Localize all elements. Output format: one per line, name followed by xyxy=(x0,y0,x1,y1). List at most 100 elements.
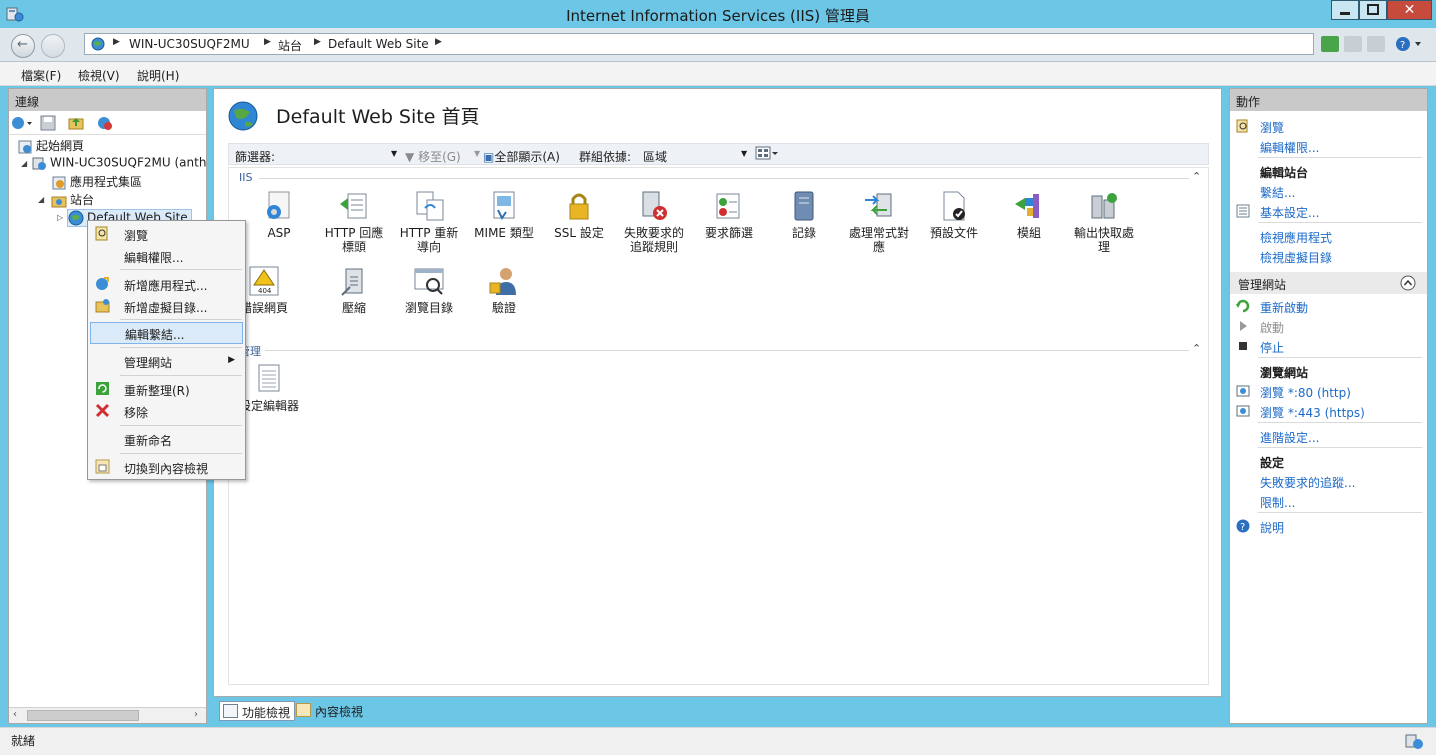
ctx-label: 重新整理(R) xyxy=(124,384,190,398)
tree-label: 應用程式集區 xyxy=(70,175,143,189)
tree-item-app-pools[interactable]: 應用程式集區 xyxy=(51,173,142,191)
feature-asp[interactable]: ASP xyxy=(244,190,314,240)
connect-icon[interactable] xyxy=(11,115,33,131)
ctx-switch-content-view[interactable]: 切換到內容檢視 xyxy=(90,456,243,478)
dropdown-arrow-icon[interactable]: ▼ xyxy=(391,149,397,158)
close-button[interactable]: ✕ xyxy=(1387,0,1432,20)
stop-icon[interactable] xyxy=(1344,36,1362,52)
lock-icon xyxy=(569,193,589,220)
feature-output-caching[interactable]: 輸出快取處理 xyxy=(1069,190,1139,254)
maximize-button[interactable] xyxy=(1359,0,1387,20)
ctx-rename[interactable]: 重新命名 xyxy=(90,428,243,450)
ctx-edit-permissions[interactable]: 編輯權限... xyxy=(90,245,243,267)
action-browse-http[interactable]: 瀏覽 *:80 (http) xyxy=(1260,384,1351,401)
filter-input[interactable] xyxy=(277,145,401,163)
save-icon[interactable] xyxy=(40,115,56,131)
feature-handler-mappings[interactable]: 處理常式對應 xyxy=(844,190,914,254)
action-start[interactable]: 啟動 xyxy=(1260,319,1284,336)
action-basic-settings[interactable]: 基本設定... xyxy=(1260,204,1319,221)
ctx-add-virtual-dir[interactable]: 新增虛擬目錄... xyxy=(90,295,243,317)
feature-label: HTTP 回應標頭 xyxy=(324,226,384,254)
feature-label: 設定編輯器 xyxy=(238,399,299,413)
context-menu: 瀏覽 編輯權限... 新增應用程式... 新增虛擬目錄... 編輯繫結... 管… xyxy=(87,220,246,480)
feature-label: 錯誤網頁 xyxy=(239,301,288,315)
expand-arrow-icon[interactable]: ◢ xyxy=(38,195,44,204)
feature-default-document[interactable]: 預設文件 xyxy=(919,190,989,240)
tab-features-view[interactable]: 功能檢視 xyxy=(219,701,296,721)
browse-icon xyxy=(95,226,108,241)
ctx-remove[interactable]: 移除 xyxy=(90,400,243,422)
action-bindings[interactable]: 繫結... xyxy=(1260,184,1295,201)
ctx-refresh[interactable]: 重新整理(R) xyxy=(90,378,243,400)
feature-mime-types[interactable]: MIME 類型 xyxy=(469,190,539,240)
ctx-browse[interactable]: 瀏覽 xyxy=(90,223,243,245)
action-stop[interactable]: 停止 xyxy=(1260,339,1284,356)
ctx-add-application[interactable]: 新增應用程式... xyxy=(90,273,243,295)
show-all-button[interactable]: ▣全部顯示(A) xyxy=(483,148,560,165)
expand-arrow-icon[interactable]: ◢ xyxy=(21,159,27,168)
scroll-left-icon[interactable]: ‹ xyxy=(13,709,17,720)
scroll-thumb[interactable] xyxy=(27,710,139,721)
home-icon[interactable] xyxy=(1367,36,1385,52)
action-browse-https[interactable]: 瀏覽 *:443 (https) xyxy=(1260,404,1365,421)
action-limits[interactable]: 限制... xyxy=(1260,494,1295,511)
globe-icon xyxy=(68,210,84,226)
feature-logging[interactable]: 記錄 xyxy=(769,190,839,240)
scroll-right-icon[interactable]: › xyxy=(194,709,198,720)
submenu-arrow-icon: ▶ xyxy=(228,355,235,365)
collapse-section-icon[interactable] xyxy=(1400,275,1416,291)
breadcrumb-site[interactable]: Default Web Site xyxy=(328,37,429,51)
action-view-applications[interactable]: 檢視應用程式 xyxy=(1260,229,1332,246)
action-view-virtual-dirs[interactable]: 檢視虛擬目錄 xyxy=(1260,249,1332,266)
collapse-arrow-icon[interactable]: ▷ xyxy=(57,213,63,222)
action-browse[interactable]: 瀏覽 xyxy=(1260,119,1284,136)
network-status-icon xyxy=(1405,734,1423,749)
feature-request-filtering[interactable]: 要求篩選 xyxy=(694,190,764,240)
feature-http-redirect[interactable]: HTTP 重新導向 xyxy=(394,190,464,254)
minimize-button[interactable] xyxy=(1331,0,1359,20)
back-button[interactable] xyxy=(11,34,35,58)
refresh-icon[interactable] xyxy=(1321,36,1339,52)
action-advanced-settings[interactable]: 進階設定... xyxy=(1260,429,1319,446)
horizontal-scrollbar[interactable]: ‹ › xyxy=(9,707,206,723)
menu-file[interactable]: 檔案(F) xyxy=(21,67,61,84)
tab-content-view[interactable]: 內容檢視 xyxy=(293,701,367,721)
action-edit-permissions[interactable]: 編輯權限... xyxy=(1260,139,1319,156)
disconnect-icon[interactable] xyxy=(97,115,113,131)
menu-view[interactable]: 檢視(V) xyxy=(78,67,120,84)
divider xyxy=(120,375,242,376)
feature-authentication[interactable]: 驗證 xyxy=(469,265,539,315)
breadcrumb-sites[interactable]: 站台 xyxy=(278,37,302,54)
up-folder-icon[interactable] xyxy=(68,115,84,131)
feature-compression[interactable]: 壓縮 xyxy=(319,265,389,315)
action-failed-request-tracing[interactable]: 失敗要求的追蹤... xyxy=(1260,474,1355,491)
handler-mappings-icon xyxy=(865,193,892,217)
help-dropdown[interactable]: ? xyxy=(1395,36,1423,52)
collapse-group-icon[interactable]: ⌃ xyxy=(1192,170,1201,183)
breadcrumb[interactable]: ▶ WIN-UC30SUQF2MU ▶ 站台 ▶ Default Web Sit… xyxy=(84,33,1314,55)
feature-label: 要求篩選 xyxy=(704,226,753,240)
dropdown-arrow-icon[interactable]: ▼ xyxy=(474,149,480,158)
tree-item-sites[interactable]: 站台 xyxy=(51,191,94,209)
feature-modules[interactable]: 模組 xyxy=(994,190,1064,240)
feature-directory-browsing[interactable]: 瀏覽目錄 xyxy=(394,265,464,315)
view-toggle-button[interactable] xyxy=(755,146,779,163)
show-all-label: 全部顯示(A) xyxy=(494,150,560,164)
goto-button[interactable]: ▼ 移至(G) xyxy=(405,148,461,165)
tree-item-server[interactable]: WIN-UC30SUQF2MU (anth xyxy=(31,155,206,173)
feature-ssl-settings[interactable]: SSL 設定 xyxy=(544,190,614,240)
ctx-manage-site[interactable]: 管理網站 ▶ xyxy=(90,350,243,372)
feature-failed-request-tracing[interactable]: 失敗要求的追蹤規則 xyxy=(619,190,689,254)
feature-label: 模組 xyxy=(1016,226,1041,240)
action-restart[interactable]: 重新啟動 xyxy=(1260,299,1308,316)
ctx-label: 切換到內容檢視 xyxy=(124,462,209,476)
tree-item-start-page[interactable]: 起始網頁 xyxy=(17,137,84,155)
breadcrumb-server[interactable]: WIN-UC30SUQF2MU xyxy=(129,37,250,51)
ctx-edit-bindings[interactable]: 編輯繫結... xyxy=(90,322,243,344)
collapse-group-icon[interactable]: ⌃ xyxy=(1192,342,1201,355)
forward-button[interactable] xyxy=(41,34,65,58)
action-help[interactable]: 說明 xyxy=(1260,519,1284,536)
group-by-select[interactable]: 區域 ▼ xyxy=(639,145,761,164)
feature-http-response-headers[interactable]: HTTP 回應標頭 xyxy=(319,190,389,254)
menu-help[interactable]: 說明(H) xyxy=(137,67,179,84)
